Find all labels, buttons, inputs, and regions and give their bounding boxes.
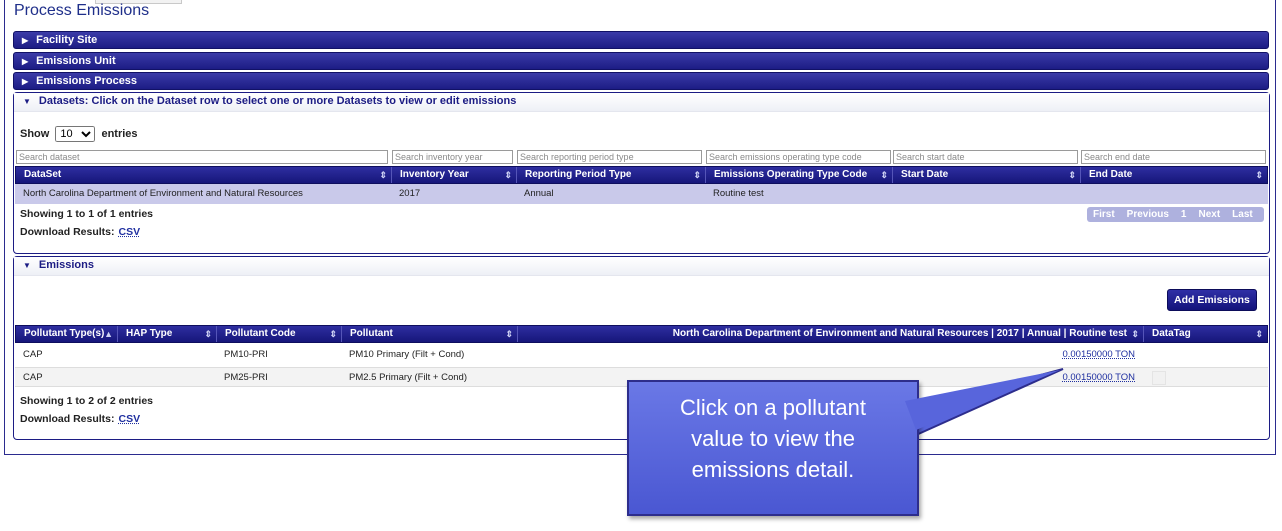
callout-tooltip: Click on a pollutant value to view the e… [627, 380, 919, 516]
callout-line: Click on a pollutant [680, 395, 866, 420]
callout-line: emissions detail. [691, 457, 855, 482]
callout-line: value to view the [691, 426, 855, 451]
